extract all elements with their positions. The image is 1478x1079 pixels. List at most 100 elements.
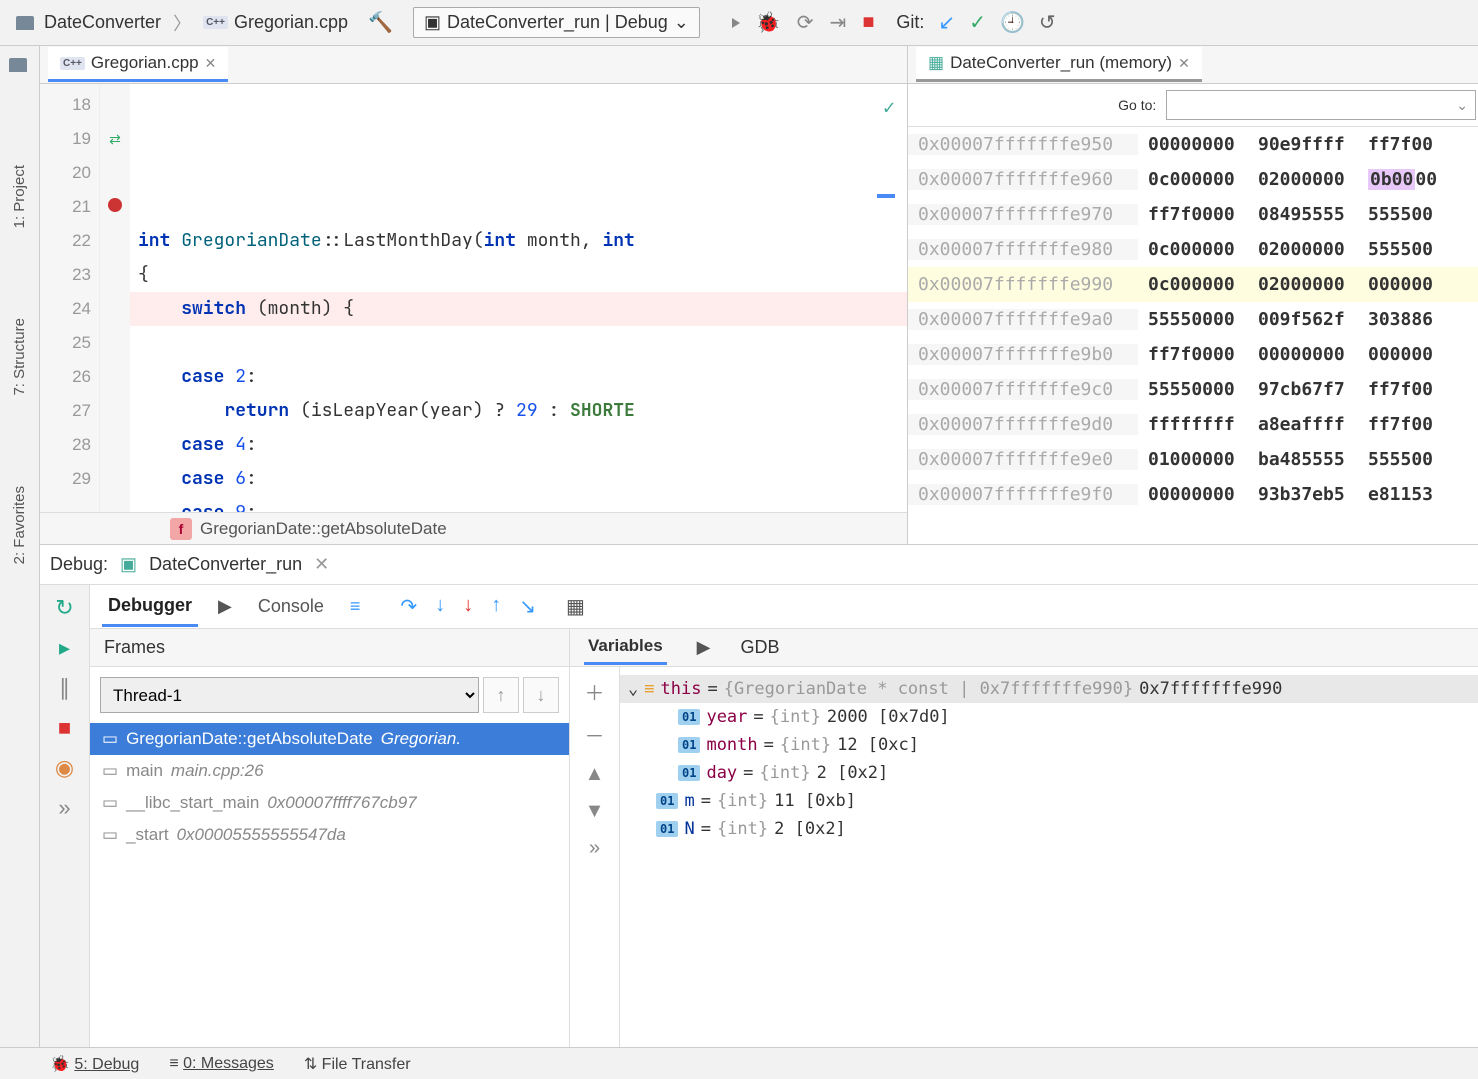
int-icon: 01 — [656, 793, 678, 809]
status-file-transfer[interactable]: ⇅ File Transfer — [304, 1054, 411, 1074]
object-icon: ≡ — [644, 679, 654, 699]
more-icon[interactable]: » — [589, 837, 600, 860]
memory-table[interactable]: 0x00007fffffffe9500000000090e9ffffff7f00… — [908, 127, 1478, 544]
more-icon[interactable]: » — [58, 795, 70, 821]
close-icon[interactable]: ✕ — [205, 55, 217, 72]
left-tool-stripe: 1: Project 7: Structure 2: Favorites — [0, 46, 40, 1047]
run-config-dropdown[interactable]: ▣ DateConverter_run | Debug ⌄ — [413, 7, 700, 38]
git-commit-icon[interactable]: ✓ — [969, 10, 986, 35]
profile-icon[interactable]: ⇥ — [830, 10, 847, 35]
int-icon: 01 — [656, 821, 678, 837]
memory-row[interactable]: 0x00007fffffffe9f00000000093b37eb5e81153 — [908, 477, 1478, 512]
tab-gdb[interactable]: GDB — [741, 637, 780, 658]
expand-icon[interactable]: ⌄ — [628, 679, 638, 699]
vars-tools: ＋ － ▲ ▼ » — [570, 667, 620, 1047]
stop-icon[interactable]: ■ — [58, 715, 71, 741]
chevron-down-icon[interactable]: ⌄ — [1456, 97, 1468, 114]
breakpoints-icon[interactable]: ◉ — [55, 755, 74, 781]
goto-label: Go to: — [1118, 97, 1156, 113]
status-debug[interactable]: 🐞 5: Debug — [50, 1054, 139, 1074]
memory-row[interactable]: 0x00007fffffffe970ff7f000008495555555500 — [908, 197, 1478, 232]
tab-console[interactable]: Console — [252, 588, 330, 625]
breadcrumb-project[interactable]: DateConverter — [8, 8, 169, 37]
frame-item[interactable]: ▭ GregorianDate::getAbsoluteDate Gregori… — [90, 723, 569, 755]
memory-row[interactable]: 0x00007fffffffe9500000000090e9ffffff7f00 — [908, 127, 1478, 162]
memory-icon: ▦ — [928, 53, 944, 73]
memory-row[interactable]: 0x00007fffffffe9800c00000002000000555500 — [908, 232, 1478, 267]
frame-down-icon[interactable]: ↓ — [523, 677, 559, 713]
step-out-icon[interactable]: ↑ — [491, 594, 501, 619]
add-watch-icon[interactable]: ＋ — [585, 677, 605, 706]
down-icon[interactable]: ▼ — [585, 800, 605, 823]
memory-row[interactable]: 0x00007fffffffe9a055550000009f562f303886 — [908, 302, 1478, 337]
code-area[interactable]: 181920212223242526272829 ⇄ ✓ int Gregori… — [40, 84, 907, 512]
close-icon[interactable]: ✕ — [314, 554, 329, 575]
close-icon[interactable]: ✕ — [1178, 55, 1190, 72]
editor-tab[interactable]: C++ Gregorian.cpp ✕ — [48, 47, 228, 82]
project-tool-icon[interactable] — [9, 58, 31, 75]
frame-list[interactable]: ▭ GregorianDate::getAbsoluteDate Gregori… — [90, 723, 569, 1047]
frame-item[interactable]: ▭ _start 0x00005555555547da — [90, 819, 569, 851]
var-this[interactable]: ⌄ ≡ this = {GregorianDate * const | 0x7f… — [620, 675, 1478, 703]
git-toolbar: ↙ ✓ 🕘 ↺ — [938, 10, 1055, 35]
run-to-cursor-icon[interactable]: ↘ — [519, 594, 536, 619]
memory-row[interactable]: 0x00007fffffffe9600c000000020000000b0000 — [908, 162, 1478, 197]
int-icon: 01 — [678, 709, 700, 725]
step-icons: ↷ ↓ ↓ ↑ ↘ ▦ — [400, 594, 584, 619]
debug-config[interactable]: DateConverter_run — [149, 554, 302, 575]
breakpoint-icon[interactable] — [108, 198, 122, 212]
rerun-icon[interactable]: ↻ — [55, 595, 73, 621]
memory-row[interactable]: 0x00007fffffffe9d0ffffffffa8eaffffff7f00 — [908, 407, 1478, 442]
coverage-icon[interactable]: ⟳ — [797, 10, 814, 35]
force-step-icon[interactable]: ↓ — [463, 594, 473, 619]
stripe-favorites[interactable]: 2: Favorites — [11, 486, 28, 564]
step-into-icon[interactable]: ↓ — [435, 594, 445, 619]
frame-icon: ▭ — [102, 761, 118, 781]
evaluate-icon[interactable]: ▦ — [566, 594, 585, 619]
var-month[interactable]: 01 month = {int} 12 [0xc] — [628, 731, 1470, 759]
code-text[interactable]: ✓ int GregorianDate::LastMonthDay(int mo… — [130, 84, 907, 512]
git-history-icon[interactable]: 🕘 — [1000, 10, 1025, 35]
status-messages[interactable]: ≡ 0: Messages — [169, 1055, 274, 1073]
code-breadcrumb[interactable]: f GregorianDate::getAbsoluteDate — [40, 512, 907, 544]
breadcrumb-sep-icon: 〉 — [173, 10, 191, 36]
tab-variables[interactable]: Variables — [584, 630, 667, 665]
pause-icon[interactable]: ∥ — [59, 675, 70, 701]
main-toolbar: DateConverter 〉 C++Gregorian.cpp 🔨 ▣ Dat… — [0, 0, 1478, 46]
stripe-structure[interactable]: 7: Structure — [11, 318, 28, 396]
step-over-icon[interactable]: ↷ — [400, 594, 417, 619]
check-icon: ✓ — [883, 90, 895, 124]
thread-dropdown[interactable]: Thread-1 — [100, 677, 479, 713]
editor-tabs: C++ Gregorian.cpp ✕ — [40, 46, 907, 84]
memory-row[interactable]: 0x00007fffffffe9e001000000ba485555555500 — [908, 442, 1478, 477]
memory-row[interactable]: 0x00007fffffffe9900c00000002000000000000 — [908, 267, 1478, 302]
resume-icon[interactable]: ▸ — [59, 635, 70, 661]
var-n[interactable]: 01 N = {int} 2 [0x2] — [628, 815, 1470, 843]
stripe-project[interactable]: 1: Project — [11, 165, 28, 228]
var-day[interactable]: 01 day = {int} 2 [0x2] — [628, 759, 1470, 787]
goto-input[interactable] — [1166, 90, 1476, 120]
var-tree[interactable]: ⌄ ≡ this = {GregorianDate * const | 0x7f… — [620, 667, 1478, 1047]
memory-row[interactable]: 0x00007fffffffe9b0ff7f000000000000000000 — [908, 337, 1478, 372]
build-icon[interactable]: 🔨 — [368, 10, 393, 35]
layout-icon[interactable]: ≡ — [350, 596, 361, 617]
stop-icon[interactable]: ■ — [862, 11, 874, 34]
remove-watch-icon[interactable]: － — [585, 720, 605, 749]
up-icon[interactable]: ▲ — [585, 763, 605, 786]
debug-icon[interactable]: 🐞 — [756, 10, 781, 35]
frame-item[interactable]: ▭ __libc_start_main 0x00007ffff767cb97 — [90, 787, 569, 819]
git-pull-icon[interactable]: ↙ — [938, 10, 955, 35]
git-label: Git: — [896, 12, 924, 33]
tab-debugger[interactable]: Debugger — [102, 587, 198, 627]
git-revert-icon[interactable]: ↺ — [1039, 10, 1056, 35]
frame-item[interactable]: ▭ main main.cpp:26 — [90, 755, 569, 787]
breadcrumb-file[interactable]: C++Gregorian.cpp — [195, 8, 356, 37]
memory-row[interactable]: 0x00007fffffffe9c05555000097cb67f7ff7f00 — [908, 372, 1478, 407]
memory-tab[interactable]: ▦ DateConverter_run (memory) ✕ — [916, 47, 1202, 82]
var-m[interactable]: 01 m = {int} 11 [0xb] — [628, 787, 1470, 815]
thread-selector: Thread-1 ↑ ↓ — [100, 677, 559, 713]
var-year[interactable]: 01 year = {int} 2000 [0x7d0] — [628, 703, 1470, 731]
code-editor-pane: C++ Gregorian.cpp ✕ 18192021222324252627… — [40, 46, 908, 544]
run-icon[interactable] — [732, 11, 740, 34]
frame-up-icon[interactable]: ↑ — [483, 677, 519, 713]
